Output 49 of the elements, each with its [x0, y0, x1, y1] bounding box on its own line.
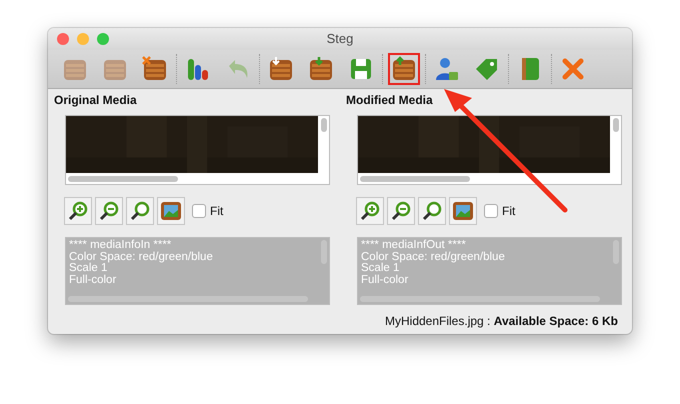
zoom-out-icon — [391, 201, 411, 221]
image-button[interactable] — [449, 197, 477, 225]
info-line: Color Space: red/green/blue — [69, 252, 213, 262]
close-window-button[interactable] — [57, 33, 69, 45]
checkbox-label: Fit — [210, 204, 224, 218]
crate-arrow-icon — [308, 56, 334, 82]
zoom-out-button[interactable] — [95, 197, 123, 225]
panel-title: Original Media — [54, 93, 137, 107]
zoom-in-button[interactable] — [356, 197, 384, 225]
info-line: **** mediaInfOut **** — [361, 240, 466, 252]
zoom-out-button[interactable] — [387, 197, 415, 225]
zoom-button[interactable] — [418, 197, 446, 225]
crate-x-icon — [142, 56, 168, 82]
window-title: Steg — [326, 31, 354, 46]
landscape-icon — [161, 202, 181, 220]
save-icon — [348, 56, 374, 82]
landscape-icon — [453, 202, 473, 220]
panel-title: Modified Media — [346, 93, 433, 107]
crate-down-arrow-icon — [268, 56, 294, 82]
scrollbar-thumb[interactable] — [320, 118, 326, 132]
checkbox-label: Fit — [502, 204, 516, 218]
crate-up-arrow-icon — [391, 56, 417, 82]
info-line: **** mediaInfoIn **** — [69, 240, 172, 252]
zoom-in-icon — [360, 201, 380, 221]
zoom-icon — [422, 201, 442, 221]
bar-chart-icon — [185, 56, 211, 82]
zoom-in-icon — [68, 201, 88, 221]
close-icon — [560, 56, 586, 82]
zoom-window-button[interactable] — [97, 33, 109, 45]
info-line: Color Space: red/green/blue — [361, 252, 505, 262]
user-lock-icon — [434, 56, 460, 82]
zoom-in-button[interactable] — [64, 197, 92, 225]
scrollbar-thumb[interactable] — [360, 176, 470, 182]
image-button[interactable] — [157, 197, 185, 225]
toolbar-button[interactable] — [388, 53, 420, 85]
zoom-icon — [130, 201, 150, 221]
info-line: Scale 1 — [361, 263, 400, 274]
minimize-window-button[interactable] — [77, 33, 89, 45]
zoom-out-icon — [99, 201, 119, 221]
status-text: MyHiddenFiles.jpg : Available Space: 6 Kb — [385, 314, 618, 328]
zoom-button[interactable] — [126, 197, 154, 225]
scrollbar-thumb[interactable] — [68, 176, 178, 182]
scrollbar-thumb[interactable] — [612, 118, 618, 132]
info-line: Full-color — [361, 274, 408, 286]
fit-checkbox[interactable] — [192, 204, 206, 218]
info-line: Full-color — [69, 274, 116, 286]
tag-icon — [474, 56, 500, 82]
fit-checkbox[interactable] — [484, 204, 498, 218]
info-line: Scale 1 — [69, 263, 108, 274]
